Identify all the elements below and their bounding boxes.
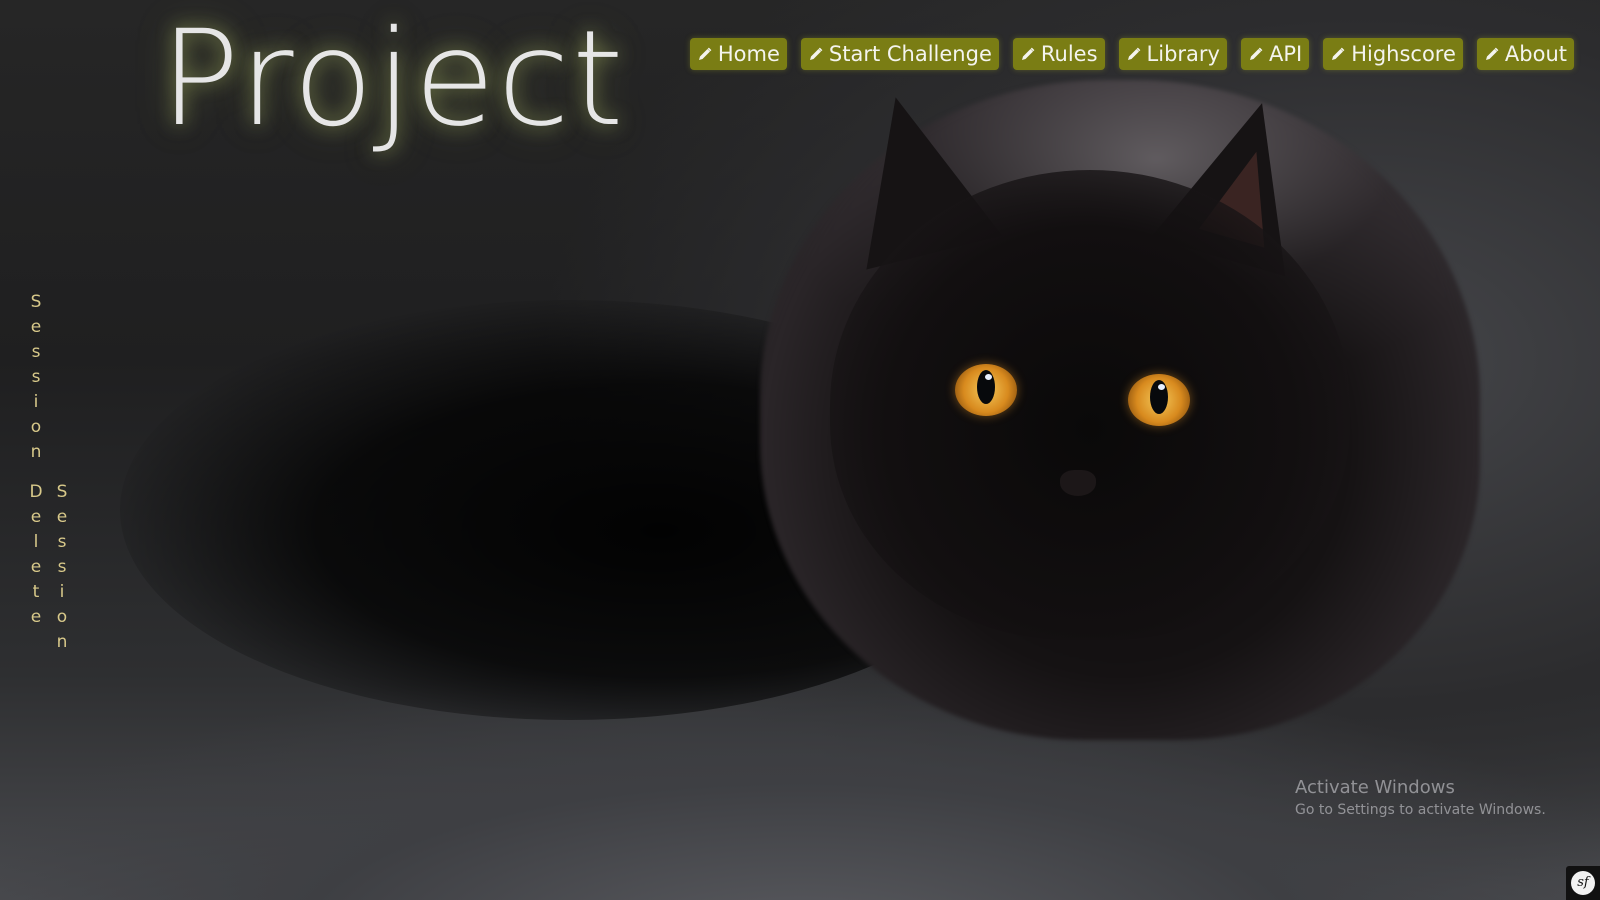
symfony-icon: sf bbox=[1571, 871, 1595, 895]
pencil-icon bbox=[698, 47, 712, 60]
cat-eye-right bbox=[1128, 374, 1190, 426]
session-link[interactable]: Session bbox=[26, 292, 46, 467]
main-nav: Home Start Challenge Rules Library API H… bbox=[689, 38, 1574, 70]
delete-session-word-2: Session bbox=[52, 482, 72, 657]
pencil-icon bbox=[1332, 47, 1345, 60]
nav-start-challenge-button[interactable]: Start Challenge bbox=[800, 38, 999, 70]
pencil-icon bbox=[1127, 47, 1140, 60]
cat-nose bbox=[1060, 470, 1096, 496]
nav-rules-label: Rules bbox=[1040, 42, 1098, 66]
pencil-icon bbox=[1249, 47, 1263, 60]
activate-windows-watermark: Activate Windows Go to Settings to activ… bbox=[1295, 776, 1546, 820]
delete-session-word-1: Delete bbox=[26, 482, 46, 632]
nav-highscore-label: Highscore bbox=[1351, 42, 1456, 66]
pencil-icon bbox=[809, 47, 823, 60]
nav-about-label: About bbox=[1504, 42, 1567, 66]
cat-head bbox=[830, 170, 1350, 640]
nav-api-button[interactable]: API bbox=[1240, 38, 1310, 70]
delete-session-link[interactable]: Delete Session bbox=[26, 482, 72, 657]
nav-library-label: Library bbox=[1146, 42, 1220, 66]
nav-highscore-button[interactable]: Highscore bbox=[1323, 38, 1463, 70]
nav-rules-button[interactable]: Rules bbox=[1012, 38, 1105, 70]
symfony-toolbar-toggle[interactable]: sf bbox=[1566, 866, 1600, 900]
nav-home-button[interactable]: Home bbox=[689, 38, 787, 70]
watermark-title: Activate Windows bbox=[1295, 777, 1455, 798]
nav-library-button[interactable]: Library bbox=[1118, 38, 1227, 70]
nav-start-challenge-label: Start Challenge bbox=[828, 42, 992, 66]
cat-eye-left bbox=[955, 364, 1017, 416]
pencil-icon bbox=[1021, 47, 1035, 60]
nav-api-label: API bbox=[1268, 42, 1303, 66]
site-logo[interactable]: Project bbox=[160, 4, 626, 154]
nav-about-button[interactable]: About bbox=[1476, 38, 1574, 70]
nav-home-label: Home bbox=[717, 42, 780, 66]
watermark-subtitle: Go to Settings to activate Windows. bbox=[1295, 802, 1546, 818]
pencil-icon bbox=[1485, 47, 1499, 60]
